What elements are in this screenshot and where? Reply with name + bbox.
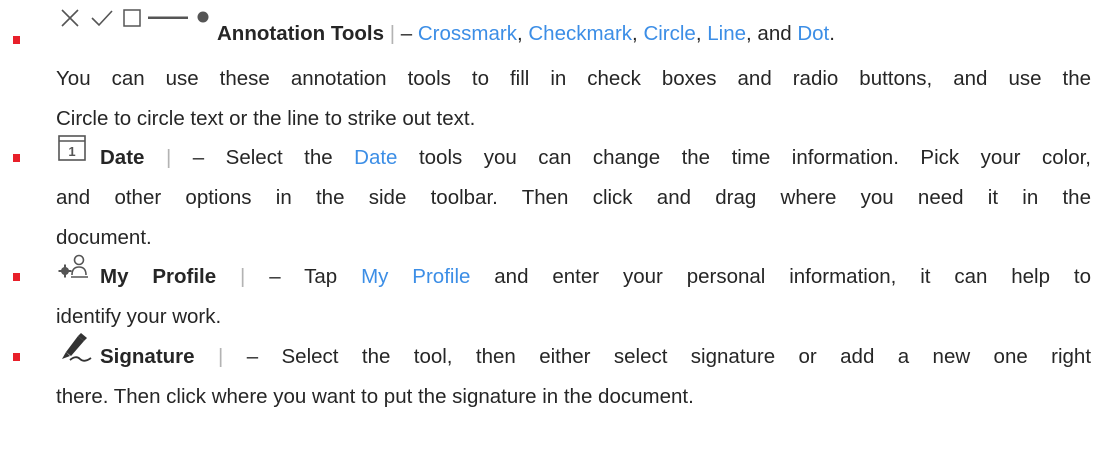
calendar-icon[interactable]: 1 [58, 135, 86, 161]
crossmark-link[interactable]: Crossmark [418, 22, 517, 45]
square-icon[interactable] [123, 9, 141, 27]
my-profile-link[interactable]: My Profile [361, 265, 470, 288]
checkmark-icon[interactable] [90, 8, 114, 28]
bullet [13, 36, 20, 44]
dot-icon[interactable] [196, 10, 210, 24]
item-title: My Profile [100, 265, 217, 288]
circle-link[interactable]: Circle [643, 22, 695, 45]
date-link[interactable]: Date [354, 146, 397, 169]
bullet [13, 353, 20, 361]
profile-gear-icon[interactable] [58, 254, 90, 280]
svg-text:1: 1 [68, 144, 75, 159]
heading-line: My Profile | – Tap My Profile and enter … [100, 265, 1091, 288]
crossmark-icon[interactable] [60, 8, 80, 28]
dot-link[interactable]: Dot [797, 22, 829, 45]
checkmark-link[interactable]: Checkmark [528, 22, 632, 45]
body-line: there. Then click where you want to put … [56, 385, 694, 408]
bullet [13, 273, 20, 281]
item-title: Signature [100, 345, 195, 368]
body-line: document. [56, 226, 152, 249]
body-line: Circle to circle text or the line to str… [56, 107, 476, 130]
signature-pen-icon[interactable] [58, 332, 92, 362]
line-link[interactable]: Line [707, 22, 746, 45]
body-line: You can use these annotation tools to fi… [56, 67, 1091, 90]
body-line: identify your work. [56, 305, 222, 328]
heading-line: Signature | – Select the tool, then eith… [100, 345, 1092, 368]
bullet [13, 154, 20, 162]
heading-line: Annotation Tools | – Crossmark, Checkmar… [217, 22, 835, 45]
item-title: Date [100, 146, 145, 169]
item-title: Annotation Tools [217, 22, 385, 45]
body-line: and other options in the side toolbar. T… [56, 186, 1091, 209]
line-icon[interactable] [148, 16, 188, 20]
heading-line: Date | – Select the Date tools you can c… [100, 146, 1091, 169]
